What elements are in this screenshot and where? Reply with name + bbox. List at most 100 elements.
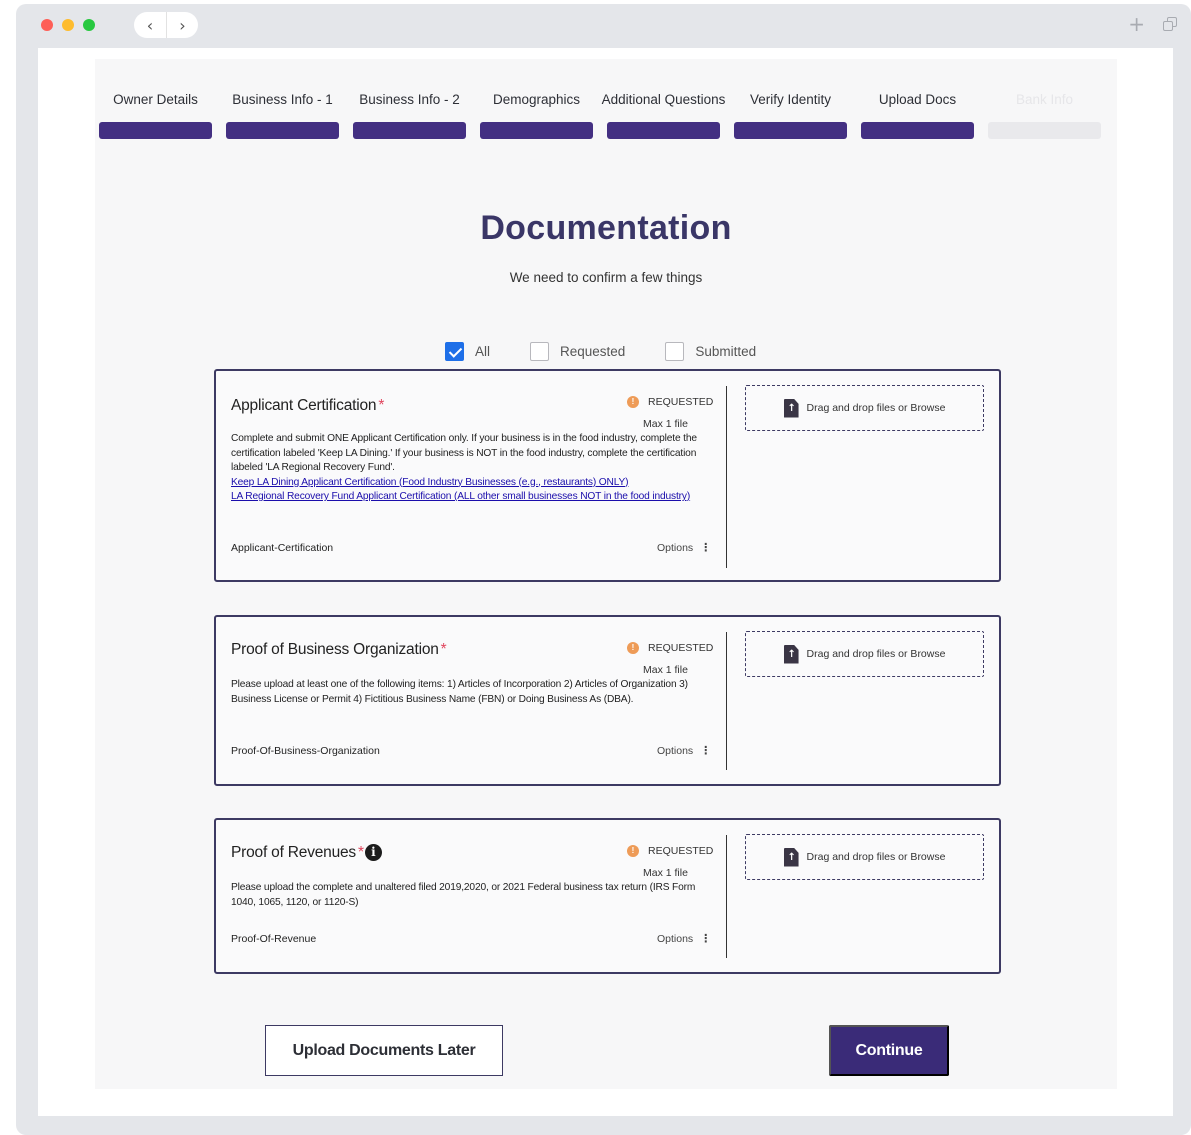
step-label: Owner Details: [113, 92, 198, 107]
step-7: Upload Docs: [861, 59, 974, 139]
close-window-button[interactable]: [41, 19, 53, 31]
step-1: Owner Details: [99, 59, 212, 139]
chevron-right-icon: ›: [179, 15, 186, 35]
document-card-applicant-certification: Applicant Certification *! REQUESTED Max 1 …: [214, 369, 1001, 582]
filter-all-checkbox[interactable]: [445, 342, 464, 361]
card-divider: [726, 386, 727, 568]
alert-icon: !: [627, 642, 639, 654]
continue-button[interactable]: Continue: [829, 1025, 949, 1076]
step-progress-bar: [861, 122, 974, 139]
document-title: Proof of Business Organization *: [231, 641, 447, 659]
document-filename: Proof-Of-Revenue: [231, 933, 317, 945]
filter-label: All: [475, 344, 491, 359]
document-filename: Proof-Of-Business-Organization: [231, 745, 380, 757]
max-files-text: Max 1 file: [643, 418, 688, 430]
step-label: Business Info - 2: [359, 92, 460, 107]
step-label: Bank Info: [1015, 92, 1074, 107]
info-icon[interactable]: i: [364, 844, 382, 861]
file-upload-icon: ↑: [783, 398, 799, 418]
document-title-text: Proof of Business Organization: [231, 641, 439, 658]
status-badge: ! REQUESTED: [627, 845, 713, 857]
options-menu-button[interactable]: Options ⋮: [657, 542, 711, 554]
status-text: REQUESTED: [648, 642, 714, 654]
document-title-text: Proof of Revenues: [231, 844, 356, 861]
maximize-window-button[interactable]: [83, 19, 95, 31]
filter-requested[interactable]: Requested: [530, 342, 625, 361]
filter-submitted-checkbox[interactable]: [665, 342, 685, 361]
document-title: Applicant Certification *: [231, 397, 384, 415]
required-marker: *: [440, 641, 447, 658]
document-filters: All Requested Submitted: [445, 342, 796, 361]
kebab-icon: ⋮: [700, 542, 712, 554]
description-text: Please upload at least one of the follow…: [231, 679, 688, 705]
max-files-text: Max 1 file: [643, 664, 688, 676]
browser-toolbar: ‹ › +: [16, 4, 1191, 48]
chevron-left-icon: ‹: [146, 15, 154, 35]
minimize-window-button[interactable]: [62, 19, 74, 31]
document-description: Please upload the complete and unaltered…: [231, 881, 713, 910]
alert-icon: !: [627, 845, 639, 857]
file-upload-icon: ↑: [783, 644, 799, 664]
step-label: Business Info - 1: [232, 92, 333, 107]
step-2: Business Info - 1: [226, 59, 339, 139]
documentation-page: Owner Details Business Info - 1 Business I…: [95, 59, 1117, 1089]
document-filename: Applicant-Certification: [231, 542, 334, 554]
alert-icon: !: [627, 396, 639, 408]
description-text: Complete and submit ONE Applicant Certif…: [231, 433, 697, 473]
max-files-text: Max 1 file: [643, 867, 688, 879]
document-title-text: Applicant Certification: [231, 397, 377, 414]
document-card-proof-of-business-organization: Proof of Business Organization *! REQUESTE…: [214, 615, 1001, 786]
step-label: Upload Docs: [878, 92, 957, 107]
filter-label: Submitted: [695, 344, 757, 359]
status-text: REQUESTED: [648, 396, 714, 408]
step-progress-bar: [99, 122, 212, 139]
back-button[interactable]: ‹: [134, 12, 166, 38]
file-dropzone[interactable]: ↑ Drag and drop files or Browse: [745, 631, 984, 677]
browser-actions: +: [1128, 14, 1177, 34]
step-progress-bar: [226, 122, 339, 139]
page-title: Documentation: [480, 209, 732, 247]
step-6: Verify Identity: [734, 59, 847, 139]
options-menu-button[interactable]: Options ⋮: [657, 745, 711, 757]
step-progress-bar: [353, 122, 466, 139]
certification-link[interactable]: LA Regional Recovery Fund Applicant Cert…: [231, 490, 713, 505]
required-marker: *: [378, 397, 385, 414]
upload-later-button[interactable]: Upload Documents Later: [265, 1025, 503, 1076]
step-label: Demographics: [492, 92, 581, 107]
file-dropzone[interactable]: ↑ Drag and drop files or Browse: [745, 385, 984, 431]
description-text: Please upload the complete and unaltered…: [231, 882, 696, 908]
document-description: Complete and submit ONE Applicant Certif…: [231, 432, 713, 505]
kebab-icon: ⋮: [700, 933, 712, 945]
step-progress-bar: [734, 122, 847, 139]
kebab-icon: ⋮: [700, 745, 712, 757]
step-4: Demographics: [480, 59, 593, 139]
new-tab-icon[interactable]: +: [1128, 14, 1145, 34]
document-title: Proof of Revenues * i: [231, 844, 382, 862]
step-label: Additional Questions: [601, 92, 726, 107]
tab-overview-icon[interactable]: [1163, 17, 1177, 31]
forward-button[interactable]: ›: [166, 12, 198, 38]
document-description: Please upload at least one of the follow…: [231, 678, 713, 707]
filter-all[interactable]: All: [445, 342, 490, 361]
filter-label: Requested: [560, 344, 626, 359]
filter-submitted[interactable]: Submitted: [665, 342, 756, 361]
filter-requested-checkbox[interactable]: [530, 342, 550, 361]
status-badge: ! REQUESTED: [627, 642, 713, 654]
browser-window: ‹ › + Owner Details Business Info - 1 Busi…: [16, 4, 1191, 1135]
progress-stepper: Owner Details Business Info - 1 Business I…: [99, 59, 1109, 139]
document-card-proof-of-revenues: Proof of Revenues * i ! REQUESTED Max 1 file P…: [214, 818, 1001, 974]
options-menu-button[interactable]: Options ⋮: [657, 933, 711, 945]
step-progress-bar: [480, 122, 593, 139]
page-viewport: Owner Details Business Info - 1 Business I…: [38, 48, 1173, 1116]
page-subtitle: We need to confirm a few things: [509, 270, 703, 285]
dropzone-label: Drag and drop files or Browse: [806, 851, 946, 863]
dropzone-label: Drag and drop files or Browse: [806, 402, 946, 414]
history-nav: ‹ ›: [134, 12, 198, 38]
certification-link[interactable]: Keep LA Dining Applicant Certification (…: [231, 476, 713, 491]
step-label: Verify Identity: [749, 92, 832, 107]
file-upload-icon: ↑: [783, 847, 799, 867]
step-progress-bar: [607, 122, 720, 139]
step-5: Additional Questions: [602, 59, 725, 139]
file-dropzone[interactable]: ↑ Drag and drop files or Browse: [745, 834, 984, 880]
options-label: Options: [657, 745, 694, 757]
